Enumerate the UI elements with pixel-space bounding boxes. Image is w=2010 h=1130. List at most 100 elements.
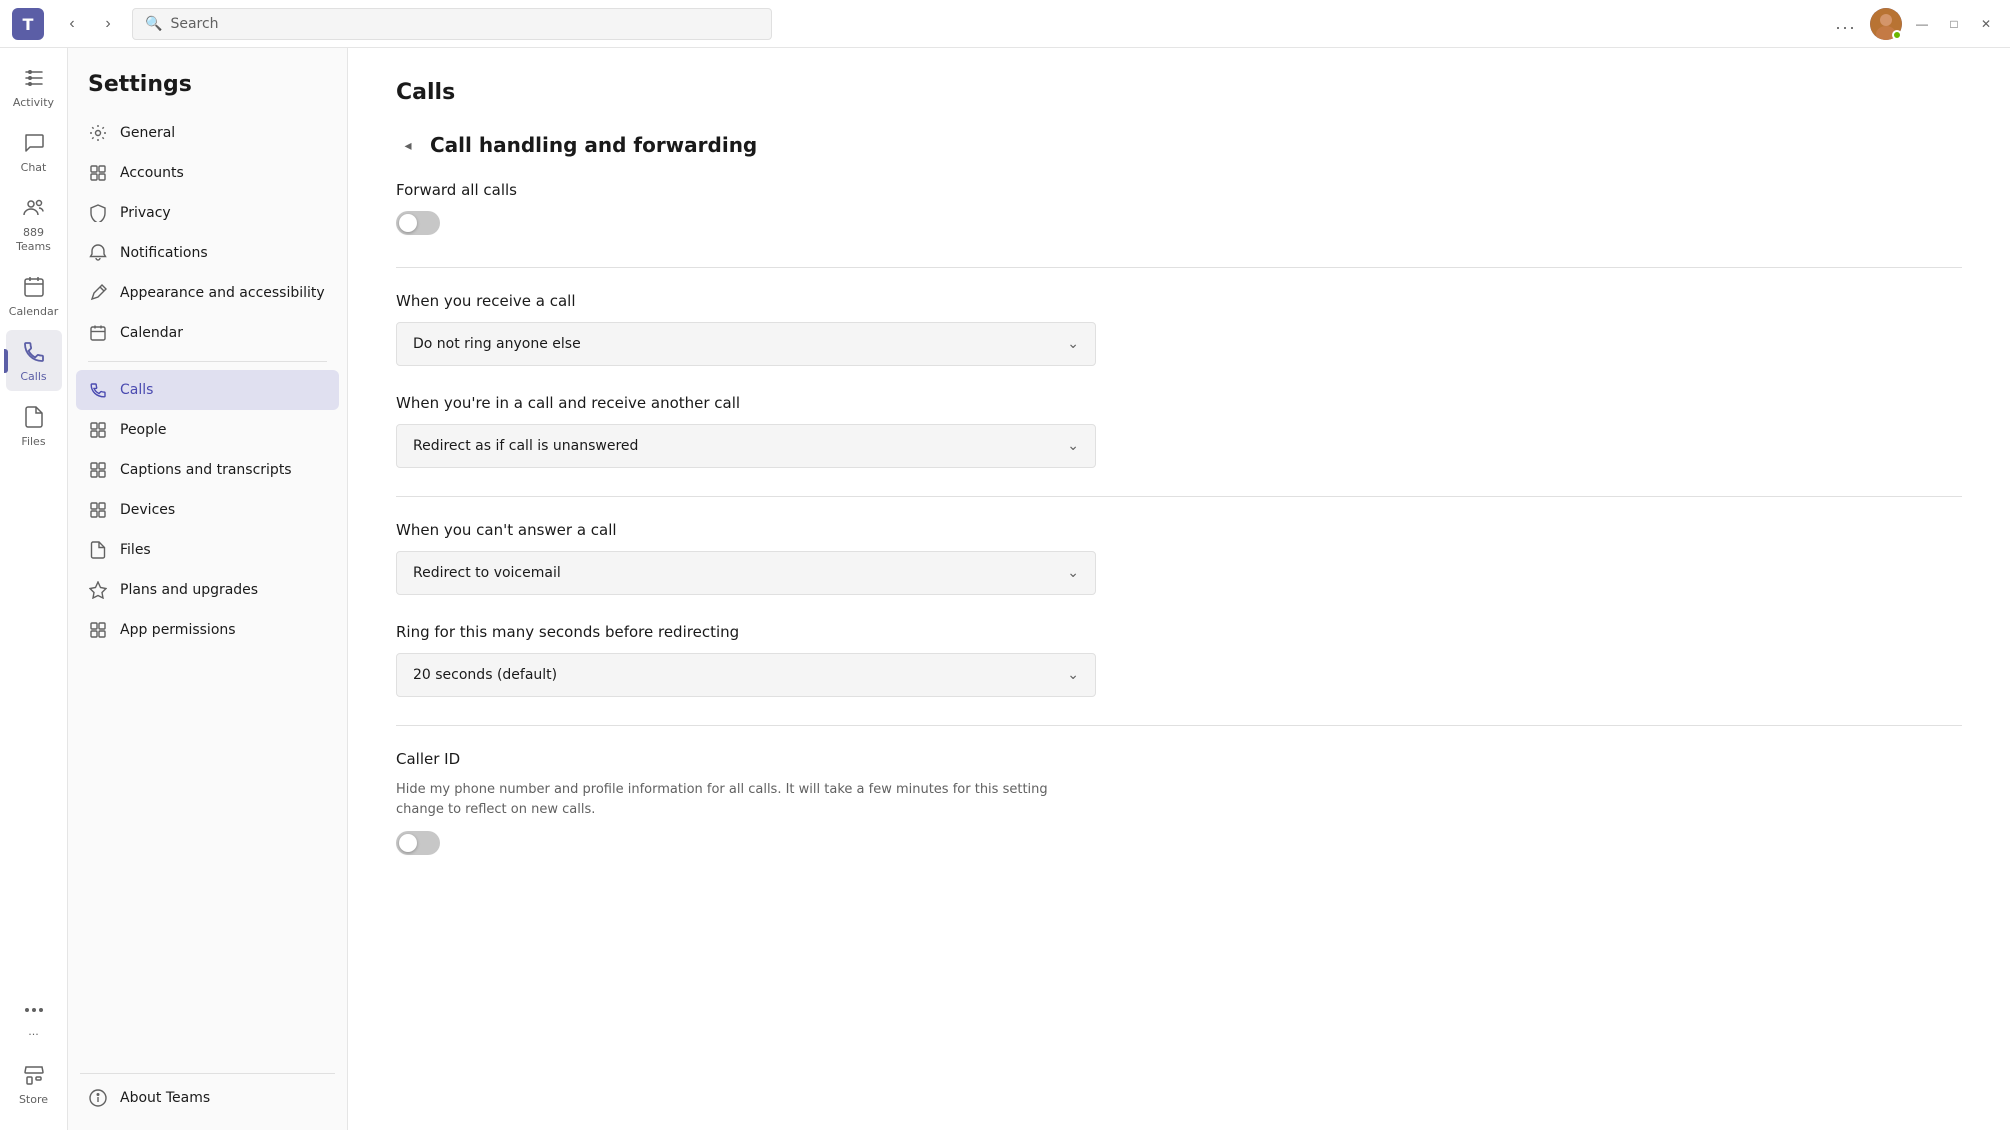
settings-item-notifications[interactable]: Notifications — [76, 233, 339, 273]
sidebar-item-activity[interactable]: Activity — [6, 56, 62, 117]
section-header: ◂ Call handling and forwarding — [396, 133, 1962, 157]
permissions-icon — [88, 620, 108, 640]
settings-item-people[interactable]: People — [76, 410, 339, 450]
settings-item-accounts[interactable]: Accounts — [76, 153, 339, 193]
settings-item-general[interactable]: General — [76, 113, 339, 153]
appearance-label: Appearance and accessibility — [120, 285, 325, 301]
devices-icon — [88, 500, 108, 520]
receive-call-dropdown[interactable]: Do not ring anyone else ⌄ — [396, 322, 1096, 366]
captions-label: Captions and transcripts — [120, 462, 292, 478]
calendar-settings-label: Calendar — [120, 325, 183, 341]
store-label: Store — [19, 1093, 48, 1106]
caller-id-toggle[interactable] — [396, 831, 440, 855]
sidebar-item-calls[interactable]: Calls — [6, 330, 62, 391]
svg-text:T: T — [23, 15, 34, 34]
devices-label: Devices — [120, 502, 175, 518]
settings-menu: General Accounts — [68, 113, 347, 1069]
receive-call-chevron: ⌄ — [1067, 336, 1079, 352]
notifications-label: Notifications — [120, 245, 208, 261]
search-icon: 🔍 — [145, 16, 162, 32]
files-settings-icon — [88, 540, 108, 560]
in-call-row: When you're in a call and receive anothe… — [396, 394, 1962, 468]
permissions-label: App permissions — [120, 622, 236, 638]
teams-logo: T — [12, 8, 44, 40]
sidebar-item-teams[interactable]: 889 Teams — [6, 186, 62, 260]
receive-call-label: When you receive a call — [396, 292, 1962, 310]
about-teams-item[interactable]: About Teams — [68, 1078, 347, 1118]
store-icon — [20, 1061, 48, 1089]
avatar-status — [1892, 30, 1902, 40]
plans-label: Plans and upgrades — [120, 582, 258, 598]
ring-seconds-dropdown[interactable]: 20 seconds (default) ⌄ — [396, 653, 1096, 697]
receive-call-row: When you receive a call Do not ring anyo… — [396, 292, 1962, 366]
back-button[interactable]: ‹ — [56, 8, 88, 40]
minimize-button[interactable]: — — [1910, 12, 1934, 36]
teams-icon — [20, 194, 48, 222]
settings-item-permissions[interactable]: App permissions — [76, 610, 339, 650]
titlebar-nav: ‹ › — [56, 8, 124, 40]
user-avatar-container[interactable] — [1870, 8, 1902, 40]
cant-answer-dropdown[interactable]: Redirect to voicemail ⌄ — [396, 551, 1096, 595]
divider-1 — [396, 267, 1962, 268]
people-icon — [88, 420, 108, 440]
sidebar-item-store[interactable]: Store — [6, 1053, 62, 1114]
titlebar-actions: ... — □ ✕ — [1830, 8, 1998, 40]
section-title: Call handling and forwarding — [430, 133, 757, 157]
files-settings-label: Files — [120, 542, 151, 558]
cant-answer-chevron: ⌄ — [1067, 565, 1079, 581]
forward-calls-label: Forward all calls — [396, 181, 1962, 199]
in-call-dropdown[interactable]: Redirect as if call is unanswered ⌄ — [396, 424, 1096, 468]
settings-item-files[interactable]: Files — [76, 530, 339, 570]
settings-item-calendar[interactable]: Calendar — [76, 313, 339, 353]
in-call-value: Redirect as if call is unanswered — [413, 438, 638, 454]
close-button[interactable]: ✕ — [1974, 12, 1998, 36]
about-divider — [80, 1073, 335, 1074]
settings-item-captions[interactable]: Captions and transcripts — [76, 450, 339, 490]
calls-settings-icon — [88, 380, 108, 400]
settings-item-privacy[interactable]: Privacy — [76, 193, 339, 233]
accounts-icon — [88, 163, 108, 183]
sidebar-item-chat[interactable]: Chat — [6, 121, 62, 182]
settings-item-calls[interactable]: Calls — [76, 370, 339, 410]
privacy-icon — [88, 203, 108, 223]
more-dots-label: ··· — [28, 1028, 39, 1041]
files-icon — [20, 403, 48, 431]
sidebar-item-more[interactable]: ··· — [6, 988, 62, 1049]
section-collapse-button[interactable]: ◂ — [396, 133, 420, 157]
general-label: General — [120, 125, 175, 141]
settings-divider — [88, 361, 327, 362]
titlebar: T ‹ › 🔍 Search ... — □ ✕ — [0, 0, 2010, 48]
settings-title: Settings — [68, 48, 347, 113]
calendar-label: Calendar — [9, 305, 58, 318]
forward-calls-row: Forward all calls — [396, 181, 1962, 239]
in-call-label: When you're in a call and receive anothe… — [396, 394, 1962, 412]
forward-button[interactable]: › — [92, 8, 124, 40]
notifications-icon — [88, 243, 108, 263]
calls-icon — [20, 338, 48, 366]
calendar-icon — [20, 273, 48, 301]
active-indicator — [4, 349, 8, 373]
chat-icon — [20, 129, 48, 157]
more-options-button[interactable]: ... — [1830, 8, 1862, 40]
maximize-button[interactable]: □ — [1942, 12, 1966, 36]
app-body: Activity Chat 889 Teams — [0, 48, 2010, 1130]
activity-label: Activity — [13, 96, 54, 109]
receive-call-value: Do not ring anyone else — [413, 336, 581, 352]
search-bar[interactable]: 🔍 Search — [132, 8, 772, 40]
divider-3 — [396, 725, 1962, 726]
settings-item-appearance[interactable]: Appearance and accessibility — [76, 273, 339, 313]
sidebar-item-calendar[interactable]: Calendar — [6, 265, 62, 326]
forward-calls-toggle[interactable] — [396, 211, 440, 235]
settings-nav: Settings General — [68, 48, 348, 1130]
settings-item-plans[interactable]: Plans and upgrades — [76, 570, 339, 610]
appearance-icon — [88, 283, 108, 303]
sidebar-item-files[interactable]: Files — [6, 395, 62, 456]
about-icon — [88, 1088, 108, 1108]
main-content: Calls ◂ Call handling and forwarding For… — [348, 48, 2010, 1130]
more-icon — [20, 996, 48, 1024]
ring-seconds-value: 20 seconds (default) — [413, 667, 557, 683]
settings-item-devices[interactable]: Devices — [76, 490, 339, 530]
teams-label: 889 Teams — [10, 226, 58, 252]
page-title: Calls — [396, 80, 1962, 105]
cant-answer-label: When you can't answer a call — [396, 521, 1962, 539]
